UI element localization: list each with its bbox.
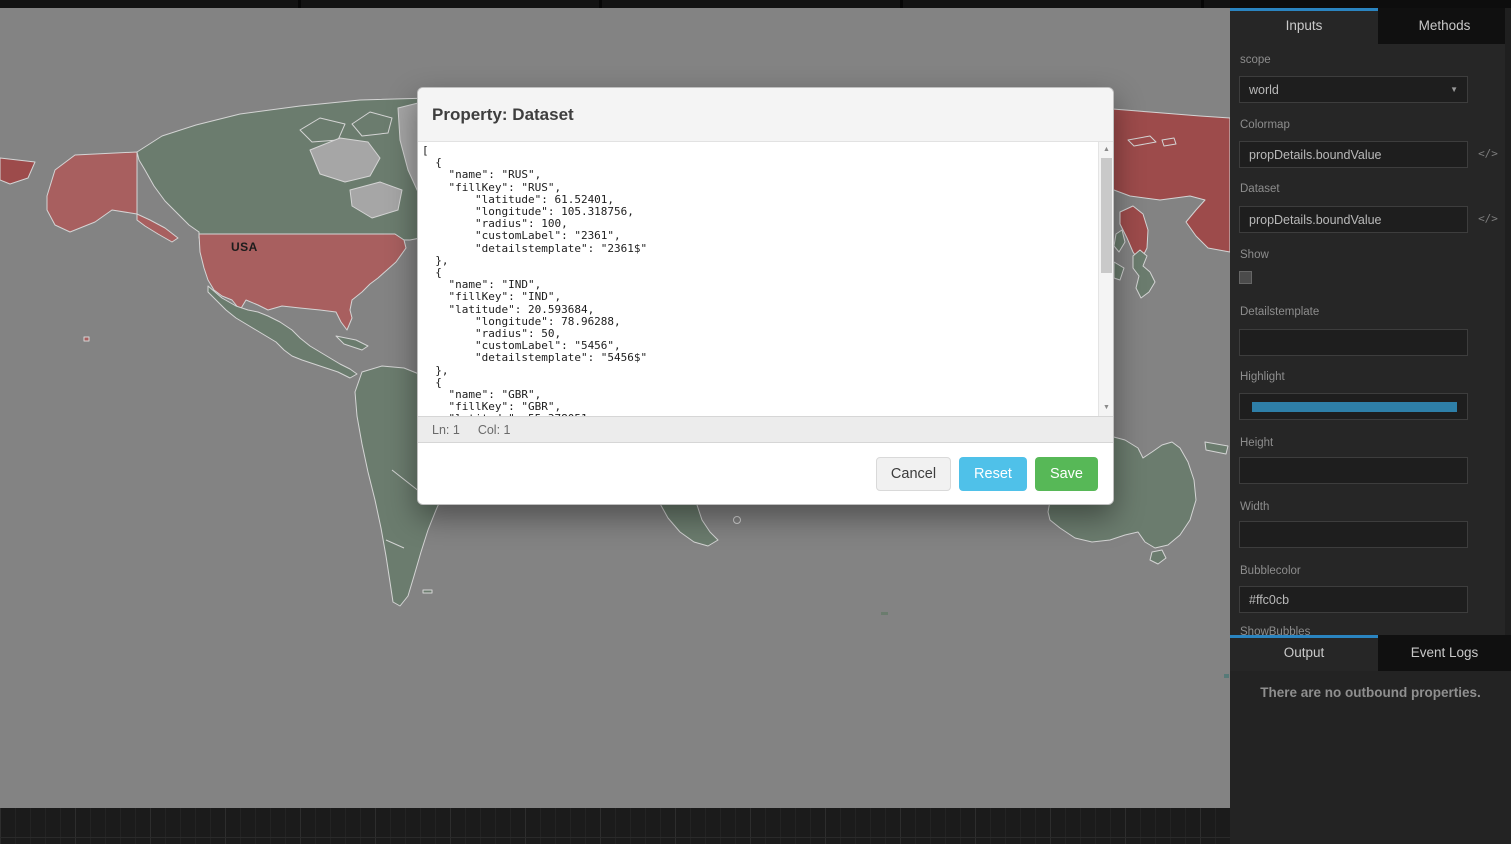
width-label: Width xyxy=(1240,501,1269,513)
colormap-label: Colormap xyxy=(1240,119,1290,131)
country-japan[interactable] xyxy=(1133,250,1155,298)
reset-button[interactable]: Reset xyxy=(959,457,1027,491)
properties-sidebar: Inputs Methods scope world ▼ Colormap </… xyxy=(1230,0,1511,844)
country-lesotho xyxy=(734,517,741,524)
modal-footer: Cancel Reset Save xyxy=(418,443,1113,504)
falkland-islands[interactable] xyxy=(423,590,432,593)
cancel-button[interactable]: Cancel xyxy=(876,457,951,491)
scope-label: scope xyxy=(1240,54,1271,66)
sidebar-top-band xyxy=(1230,0,1511,8)
height-input[interactable] xyxy=(1239,457,1468,484)
bubblecolor-label: Bubblecolor xyxy=(1240,565,1301,577)
highlight-input[interactable] xyxy=(1239,393,1468,420)
scroll-down-icon[interactable]: ▼ xyxy=(1099,401,1113,415)
hawaii[interactable] xyxy=(84,337,89,341)
bubblecolor-input[interactable] xyxy=(1239,586,1468,613)
country-usa-alaska[interactable] xyxy=(47,152,137,232)
sidebar-scrollbar[interactable] xyxy=(1505,8,1511,635)
russia-island[interactable] xyxy=(1162,138,1176,146)
output-panel: Output Event Logs There are no outbound … xyxy=(1230,635,1511,844)
alaska-panhandle[interactable] xyxy=(137,214,178,242)
output-tab-bar: Output Event Logs xyxy=(1230,635,1511,671)
modal-title: Property: Dataset xyxy=(432,105,574,125)
dataset-input[interactable] xyxy=(1239,206,1468,233)
tab-output[interactable]: Output xyxy=(1230,635,1378,671)
column-indicator: Col: 1 xyxy=(478,423,511,437)
chevron-down-icon: ▼ xyxy=(1450,85,1458,94)
height-label: Height xyxy=(1240,437,1273,449)
output-empty-message: There are no outbound properties. xyxy=(1230,685,1511,700)
detailstemplate-input[interactable] xyxy=(1239,329,1468,356)
tab-inputs[interactable]: Inputs xyxy=(1230,8,1378,44)
timeline-baseline xyxy=(0,837,1230,838)
country-cuba[interactable] xyxy=(336,336,368,350)
country-korea[interactable] xyxy=(1114,262,1124,280)
json-code-editor[interactable]: [ { "name": "RUS", "fillKey": "RUS", "la… xyxy=(418,142,1113,416)
sidebar-tab-bar: Inputs Methods xyxy=(1230,8,1511,44)
country-png[interactable] xyxy=(1205,442,1228,454)
scrollbar-thumb[interactable] xyxy=(1101,158,1112,273)
country-sakhalin[interactable] xyxy=(1114,230,1125,252)
editor-scrollbar[interactable]: ▲ ▼ xyxy=(1098,142,1113,416)
line-indicator: Ln: 1 xyxy=(432,423,460,437)
bottom-timeline-strip xyxy=(0,808,1230,844)
top-timeline-strip xyxy=(0,0,1230,8)
scope-select[interactable]: world ▼ xyxy=(1239,76,1468,103)
modal-header: Property: Dataset xyxy=(418,88,1113,142)
colormap-input[interactable] xyxy=(1239,141,1468,168)
code-binding-icon[interactable]: </> xyxy=(1477,212,1499,225)
editor-content[interactable]: [ { "name": "RUS", "fillKey": "RUS", "la… xyxy=(418,142,1113,416)
scroll-up-icon[interactable]: ▲ xyxy=(1099,143,1113,157)
detailstemplate-label: Detailstemplate xyxy=(1240,306,1319,318)
country-tasmania[interactable] xyxy=(1150,550,1166,564)
code-binding-icon[interactable]: </> xyxy=(1477,147,1499,160)
save-button[interactable]: Save xyxy=(1035,457,1098,491)
tab-methods[interactable]: Methods xyxy=(1378,8,1511,44)
editor-statusbar: Ln: 1 Col: 1 xyxy=(418,416,1113,443)
dataset-label: Dataset xyxy=(1240,183,1280,195)
highlight-color-swatch xyxy=(1252,402,1457,412)
usa-map-label: USA xyxy=(231,240,258,254)
small-island xyxy=(881,612,888,615)
tab-event-logs[interactable]: Event Logs xyxy=(1378,635,1511,671)
scope-value: world xyxy=(1249,83,1279,97)
country-russia-wrap[interactable] xyxy=(0,158,35,184)
property-dataset-modal: Property: Dataset [ { "name": "RUS", "fi… xyxy=(417,87,1114,505)
highlight-label: Highlight xyxy=(1240,371,1285,383)
show-label: Show xyxy=(1240,249,1269,261)
country-nz[interactable] xyxy=(1224,674,1229,678)
width-input[interactable] xyxy=(1239,521,1468,548)
show-checkbox[interactable] xyxy=(1239,271,1252,284)
